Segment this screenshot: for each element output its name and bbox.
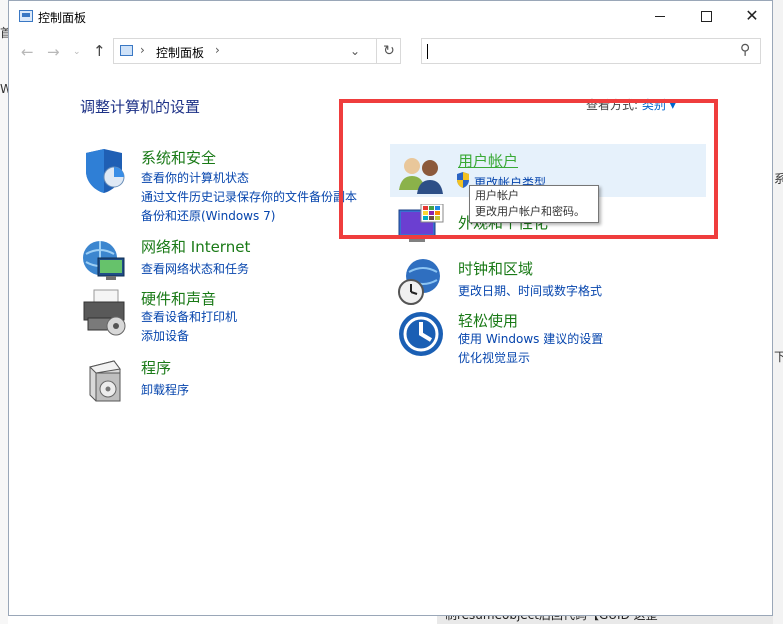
category-programs: 程序 卸载程序 bbox=[80, 357, 380, 407]
search-input[interactable]: ⚲ bbox=[421, 38, 761, 64]
recent-locations-icon[interactable]: ⌄ bbox=[73, 47, 81, 57]
category-hardware: 硬件和声音 查看设备和打印机 添加设备 bbox=[80, 288, 380, 348]
programs-icon[interactable] bbox=[80, 357, 128, 405]
background-text: 下 bbox=[774, 350, 783, 364]
category-link[interactable]: 优化视觉显示 bbox=[458, 349, 530, 366]
close-icon: ✕ bbox=[745, 6, 759, 25]
category-network: 网络和 Internet 查看网络状态和任务 bbox=[80, 236, 380, 286]
category-link[interactable]: 添加设备 bbox=[141, 327, 189, 344]
minimize-button[interactable] bbox=[637, 1, 683, 31]
refresh-icon[interactable]: ↻ bbox=[376, 39, 401, 63]
address-bar[interactable]: › 控制面板 › ⌄ ↻ bbox=[113, 38, 401, 64]
forward-arrow-icon[interactable]: → bbox=[47, 43, 60, 61]
annotation-highlight-box bbox=[339, 99, 718, 239]
maximize-button[interactable] bbox=[683, 1, 729, 31]
window-title: 控制面板 bbox=[38, 11, 87, 25]
control-panel-icon bbox=[19, 10, 33, 22]
network-globe-icon[interactable] bbox=[80, 236, 128, 284]
category-link[interactable]: 使用 Windows 建议的设置 bbox=[458, 330, 603, 347]
back-arrow-icon[interactable]: ← bbox=[21, 43, 34, 61]
category-ease-of-access: 轻松使用 使用 Windows 建议的设置 优化视觉显示 bbox=[397, 310, 717, 370]
category-title[interactable]: 系统和安全 bbox=[141, 147, 216, 168]
control-panel-icon bbox=[120, 45, 133, 56]
minimize-icon bbox=[655, 15, 665, 17]
control-panel-window: 控制面板 ✕ ← → ⌄ ↑ › 控制面板 › ⌄ ↻ ⚲ 调整计算机的设置 查… bbox=[8, 0, 773, 616]
chevron-right-icon[interactable]: › bbox=[215, 43, 220, 57]
category-link[interactable]: 卸载程序 bbox=[141, 381, 189, 398]
category-clock-region: 时钟和区域 更改日期、时间或数字格式 bbox=[397, 258, 717, 305]
category-system-security: 系统和安全 查看你的计算机状态 通过文件历史记录保存你的文件备份副本 备份和还原… bbox=[80, 147, 380, 227]
printer-icon[interactable] bbox=[80, 288, 128, 336]
background-text: 系 bbox=[774, 172, 783, 186]
up-arrow-icon[interactable]: ↑ bbox=[93, 42, 106, 60]
navigation-bar: ← → ⌄ ↑ › 控制面板 › ⌄ ↻ ⚲ bbox=[9, 34, 772, 70]
category-link[interactable]: 通过文件历史记录保存你的文件备份副本 bbox=[141, 188, 357, 205]
category-link[interactable]: 备份和还原(Windows 7) bbox=[141, 207, 275, 224]
category-title[interactable]: 程序 bbox=[141, 357, 171, 378]
category-link[interactable]: 查看网络状态和任务 bbox=[141, 260, 249, 277]
category-link[interactable]: 更改日期、时间或数字格式 bbox=[458, 282, 602, 299]
breadcrumb[interactable]: 控制面板 bbox=[156, 44, 204, 61]
ease-of-access-icon[interactable] bbox=[397, 310, 445, 358]
clock-globe-icon[interactable] bbox=[397, 258, 445, 306]
background-window-right bbox=[773, 0, 783, 624]
category-title[interactable]: 轻松使用 bbox=[458, 310, 518, 331]
category-link[interactable]: 查看设备和打印机 bbox=[141, 308, 237, 325]
category-link[interactable]: 查看你的计算机状态 bbox=[141, 169, 249, 186]
shield-icon[interactable] bbox=[80, 147, 128, 195]
title-bar[interactable]: 控制面板 ✕ bbox=[9, 1, 772, 33]
chevron-down-icon[interactable]: ⌄ bbox=[350, 44, 360, 58]
maximize-icon bbox=[700, 10, 712, 22]
category-title[interactable]: 硬件和声音 bbox=[141, 288, 216, 309]
chevron-right-icon[interactable]: › bbox=[140, 43, 145, 57]
category-title[interactable]: 网络和 Internet bbox=[141, 236, 250, 257]
text-cursor bbox=[427, 44, 428, 59]
page-title: 调整计算机的设置 bbox=[80, 98, 201, 116]
close-button[interactable]: ✕ bbox=[729, 1, 775, 31]
search-icon[interactable]: ⚲ bbox=[740, 42, 750, 58]
category-title[interactable]: 时钟和区域 bbox=[458, 258, 533, 279]
